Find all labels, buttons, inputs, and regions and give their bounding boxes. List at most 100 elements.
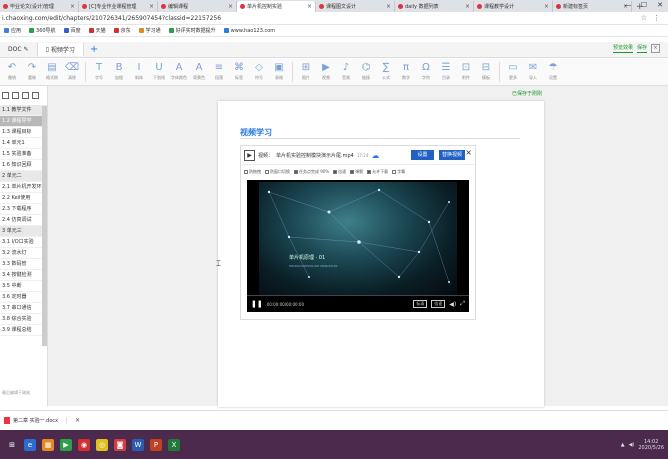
browser-tab[interactable]: 课程教学设计 × (474, 1, 553, 12)
minimize-button[interactable]: — (620, 0, 636, 12)
bookmark-item[interactable]: 好评实时数据提升 (168, 27, 216, 34)
sidebar-chapter-item[interactable]: 1.2 课程导学 (0, 116, 47, 127)
taskbar-app-icon[interactable]: e (24, 438, 36, 451)
toolbar-button[interactable]: ☂ 设置 (543, 60, 563, 84)
close-tab-icon[interactable]: × (70, 3, 75, 10)
sidebar-chapter-item[interactable]: 3.4 按键检测 (0, 270, 47, 281)
doc-tab-video-learning[interactable]: ▯ 视频学习 (37, 43, 84, 56)
video-player[interactable]: 单片机原理 · 01 MICROCONTROLLER PRINCIPLES ❚❚… (247, 180, 469, 312)
toolbar-button[interactable]: ▣ 表格 (269, 60, 289, 84)
sidebar-scrollbar[interactable] (42, 106, 47, 346)
video-option[interactable]: 倍速 (333, 169, 346, 175)
close-tab-icon[interactable]: × (386, 3, 391, 10)
doc-tab-doc[interactable]: DOC ✎ (0, 43, 38, 56)
toolbar-button[interactable]: ◇ 符号 (249, 60, 269, 84)
video-option[interactable]: 弹题 (350, 169, 363, 175)
maximize-button[interactable]: ☐ (636, 0, 652, 12)
bookmark-item[interactable]: 应用 (4, 27, 21, 34)
sidebar-chapter-item[interactable]: 3.8 综合实验 (0, 314, 47, 325)
close-editor-button[interactable]: × (651, 44, 660, 53)
taskbar-app-icon[interactable]: W (132, 438, 144, 451)
toolbar-button[interactable]: A 字体颜色 (169, 60, 189, 84)
video-option[interactable]: 允许下载 (367, 169, 388, 175)
browser-tab[interactable]: 毕业论文(设计)管理 × (0, 1, 79, 12)
sidebar-chapter-item[interactable]: 2.4 仿真调试 (0, 215, 47, 226)
browser-tab[interactable]: daily 数据列表 × (395, 1, 474, 12)
close-tab-icon[interactable]: × (228, 3, 233, 10)
sidebar-chapter-item[interactable]: 3 单元三 (0, 226, 47, 237)
toolbar-button[interactable]: ↷ 重做 (22, 60, 42, 84)
pause-icon[interactable]: ❚❚ (251, 300, 263, 308)
close-icon[interactable]: × (465, 148, 472, 157)
video-option[interactable]: 字幕 (392, 169, 405, 175)
toolbar-button[interactable]: ⌫ 清除 (62, 60, 82, 84)
taskbar-app-icon[interactable]: ▦ (42, 438, 54, 451)
toolbar-button[interactable]: ⊡ 附件 (456, 60, 476, 84)
bookmark-item[interactable]: 天猫 (88, 27, 106, 34)
toolbar-button[interactable]: T 字号 (89, 60, 109, 84)
toolbar-button[interactable]: ⌬ 链接 (356, 60, 376, 84)
url-field[interactable]: i.chaoxing.com/edit/chapters/210726341/2… (0, 15, 641, 22)
taskbar-app-icon[interactable]: ⊞ (6, 438, 18, 451)
toolbar-button[interactable]: B 加粗 (109, 60, 129, 84)
checkbox[interactable] (367, 170, 372, 174)
checkbox[interactable] (244, 170, 248, 174)
close-tab-icon[interactable]: × (544, 3, 549, 10)
toolbar-button[interactable]: ⊞ 图片 (296, 60, 316, 84)
close-window-button[interactable]: ✕ (652, 0, 668, 12)
bookmark-item[interactable]: www.hao123.com (223, 28, 275, 34)
bookmark-item[interactable]: 京东 (113, 27, 131, 34)
bookmark-item[interactable]: 学习通 (138, 27, 161, 34)
sidebar-chapter-item[interactable]: 1.5 实验准备 (0, 149, 47, 160)
bookmark-item[interactable]: 百度 (63, 27, 81, 34)
browser-tab[interactable]: [C]专业作业课程管理 × (79, 1, 158, 12)
close-download-bar-icon[interactable]: ✕ (75, 417, 80, 424)
taskbar-app-icon[interactable]: ◎ (96, 438, 108, 451)
sidebar-chapter-item[interactable]: 2 单元二 (0, 171, 47, 182)
sidebar-chapter-item[interactable]: 3.1 I/O口实验 (0, 237, 47, 248)
tray-network-icon[interactable]: ▲ (621, 442, 625, 448)
add-doc-tab-button[interactable]: + (84, 44, 104, 55)
close-tab-icon[interactable]: × (149, 3, 154, 10)
toolbar-button[interactable]: ✉ 导入 (523, 60, 543, 84)
video-option[interactable]: 防窗口切换 (265, 169, 290, 175)
fullscreen-icon[interactable]: ⤢ (460, 300, 465, 308)
sidebar-chapter-item[interactable]: 3.3 数码管 (0, 259, 47, 270)
sidebar-chapter-item[interactable]: 3.6 定时器 (0, 292, 47, 303)
toolbar-button[interactable]: ☰ 目录 (436, 60, 456, 84)
sidebar-chapter-item[interactable]: 1.4 单元1 (0, 138, 47, 149)
sidebar-chapter-item[interactable]: 1.3 课程目标 (0, 127, 47, 138)
sidebar-chapter-item[interactable]: 3.2 流水灯 (0, 248, 47, 259)
checkbox[interactable] (350, 170, 355, 174)
taskbar-app-icon[interactable]: P (150, 438, 162, 451)
toolbar-button[interactable]: ▭ 更多 (503, 60, 523, 84)
speed-button[interactable]: 倍速 (431, 300, 446, 308)
video-settings-button[interactable]: 设置 (411, 150, 434, 160)
taskbar-app-icon[interactable]: ▶ (60, 438, 72, 451)
sidebar-chapter-item[interactable]: 1.6 知识回顾 (0, 160, 47, 171)
video-option[interactable]: 防拖拽 (244, 169, 261, 175)
preview-link[interactable]: 预览效果 (612, 44, 633, 53)
toolbar-button[interactable]: π 数学 (396, 60, 416, 84)
sidebar-chapter-item[interactable]: 2.1 单片机开发环境 (0, 182, 47, 193)
download-item[interactable]: 第二章 实验一.docx (4, 417, 68, 424)
close-tab-icon[interactable]: × (465, 3, 470, 10)
taskbar-app-icon[interactable]: ◉ (78, 438, 90, 451)
browser-tab[interactable]: 单片机控制实验 × (237, 1, 316, 12)
folder-icon[interactable] (32, 92, 39, 99)
toolbar-button[interactable]: ⌘ 标签 (229, 60, 249, 84)
clock[interactable]: 14:02 2020/5/26 (638, 439, 664, 451)
checkbox[interactable] (265, 170, 269, 174)
taskbar-app-icon[interactable]: X (168, 438, 180, 451)
sidebar-chapter-item[interactable]: 3.5 中断 (0, 281, 47, 292)
replace-video-button[interactable]: 替换视频 (439, 150, 465, 160)
quality-button[interactable]: 标清 (413, 300, 428, 308)
toolbar-button[interactable]: ≡ 段落 (209, 60, 229, 84)
toolbar-button[interactable]: ▶ 视频 (316, 60, 336, 84)
toolbar-button[interactable]: ⊟ 模板 (476, 60, 496, 84)
sidebar-chapter-item[interactable]: 1.1 教学文件 (0, 105, 47, 116)
bookmark-item[interactable]: 360导航 (29, 27, 56, 34)
checkbox[interactable] (392, 170, 397, 174)
checkbox[interactable] (294, 170, 298, 174)
sidebar-chapter-item[interactable]: 2.2 Keil使用 (0, 193, 47, 204)
